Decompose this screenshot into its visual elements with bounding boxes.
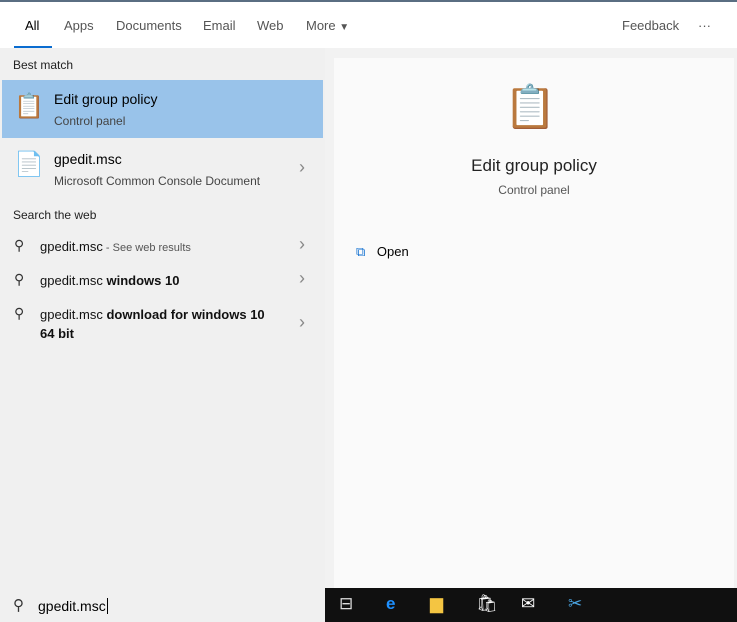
more-options-button[interactable]: ··· [698,18,711,33]
feedback-link[interactable]: Feedback [622,18,679,33]
preview-subtitle: Control panel [498,183,570,197]
web-query: gpedit.msc [40,307,103,322]
open-label: Open [376,244,409,259]
snipping-tool-icon[interactable]: ✂ [568,594,582,614]
tab-apps[interactable]: Apps [64,18,94,33]
document-icon: 📄 [14,151,44,178]
web-suffix: windows 10 [102,273,180,288]
tab-all[interactable]: All [25,18,39,33]
web-suffix: - See web results [102,242,191,254]
tab-more[interactable]: More ▼ [306,18,349,33]
result-subtitle: Microsoft Common Console Document [54,174,261,188]
result-title: gpedit.msc [54,151,122,167]
task-view-icon[interactable]: ⊟ [339,594,353,614]
search-icon: ⚲ [14,305,25,321]
preview-pane: 📋 Edit group policy Control panel ⧉ Open [334,58,734,588]
web-result[interactable]: ⚲ gpedit.msc - See web results › [2,232,323,262]
tab-web[interactable]: Web [257,18,284,33]
open-icon: ⧉ [356,244,366,259]
web-result[interactable]: ⚲ gpedit.msc windows 10 › [2,266,323,296]
open-action[interactable]: ⧉ Open [356,244,409,260]
result-title: Edit group policy [54,91,158,107]
tab-email[interactable]: Email [203,18,236,33]
group-policy-icon: 📋 [14,93,44,120]
web-result[interactable]: ⚲ gpedit.msc download for windows 10 64 … [2,302,323,346]
taskbar: ⊟ e ▆ 🛍 ✉ ✂ [325,588,737,622]
caret-down-icon: ▼ [339,22,350,33]
chevron-right-icon[interactable]: › [299,234,305,255]
chevron-right-icon[interactable]: › [299,268,305,289]
search-icon: ⚲ [14,237,25,253]
best-match-heading: Best match [13,58,74,72]
search-icon: ⚲ [14,271,25,287]
web-query: gpedit.msc [40,273,103,288]
result-subtitle: Control panel [54,114,126,128]
filter-bar: All Apps Documents Email Web More ▼ Feed… [0,0,737,49]
search-web-heading: Search the web [13,208,97,222]
search-icon: ⚲ [13,597,24,614]
tab-documents[interactable]: Documents [116,18,182,33]
store-icon[interactable]: 🛍 [476,594,498,614]
search-box[interactable]: ⚲ gpedit.msc [0,588,325,622]
result-edit-group-policy[interactable]: 📋 Edit group policy Control panel [2,80,323,138]
mail-icon[interactable]: ✉ [521,594,535,614]
file-explorer-icon[interactable]: ▆ [430,594,443,614]
preview-title: Edit group policy [471,156,597,175]
chevron-right-icon[interactable]: › [299,157,305,178]
chevron-right-icon[interactable]: › [299,312,305,333]
tab-more-label: More [306,18,336,33]
search-input[interactable]: gpedit.msc [38,598,108,614]
web-query: gpedit.msc [40,239,103,254]
result-gpedit-msc[interactable]: 📄 gpedit.msc Microsoft Common Console Do… [2,140,323,198]
edge-icon[interactable]: e [386,594,395,614]
group-policy-large-icon: 📋 [504,83,557,130]
